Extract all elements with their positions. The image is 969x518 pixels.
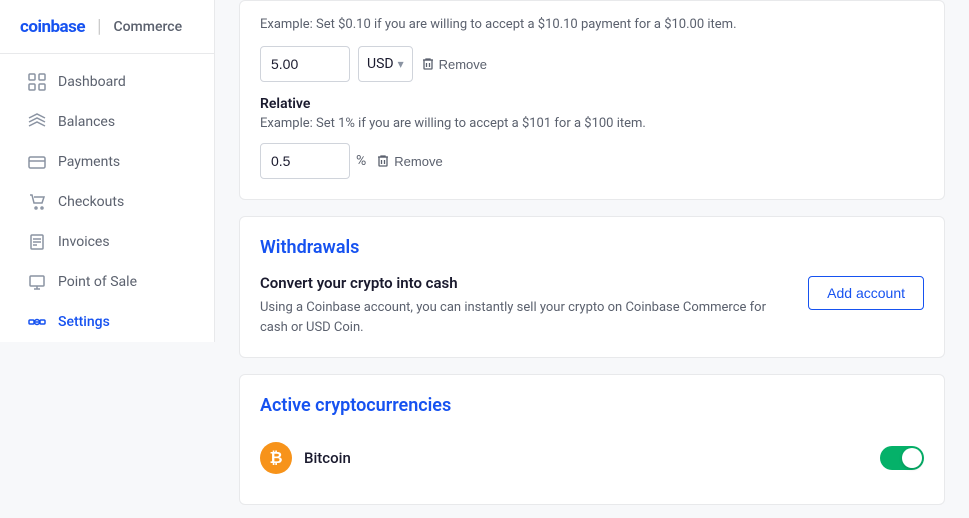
sidebar-item-payments[interactable]: Payments <box>8 143 206 181</box>
grid-icon <box>28 73 46 91</box>
relative-value-input[interactable] <box>260 143 350 179</box>
bitcoin-icon: ₿ <box>260 442 292 474</box>
bitcoin-left: ₿ Bitcoin <box>260 442 351 474</box>
absolute-value-input[interactable] <box>260 46 350 82</box>
sidebar-item-dashboard[interactable]: Dashboard <box>8 63 206 101</box>
relative-input-row: % Remove <box>260 143 924 179</box>
layers-icon <box>28 113 46 131</box>
active-crypto-card: Active cryptocurrencies ₿ Bitcoin <box>239 374 945 505</box>
sidebar-item-label-settings: Settings <box>58 314 110 330</box>
bitcoin-name: Bitcoin <box>304 449 351 467</box>
sidebar-item-label-invoices: Invoices <box>58 234 110 250</box>
main-content: Example: Set $0.10 if you are willing to… <box>215 0 969 518</box>
currency-select[interactable]: USD ▾ <box>358 46 413 82</box>
sidebar-item-point-of-sale[interactable]: Point of Sale <box>8 263 206 301</box>
payments-icon <box>28 153 46 171</box>
trash-icon <box>421 57 435 71</box>
convert-title: Convert your crypto into cash <box>260 274 792 292</box>
convert-desc: Using a Coinbase account, you can instan… <box>260 298 792 337</box>
add-account-button[interactable]: Add account <box>808 276 924 310</box>
withdrawals-inner: Convert your crypto into cash Using a Co… <box>260 274 924 337</box>
sidebar-item-label-dashboard: Dashboard <box>58 74 126 90</box>
invoices-icon <box>28 233 46 251</box>
pos-icon <box>28 273 46 291</box>
logo-divider: | <box>97 16 101 37</box>
remove-relative-button[interactable]: Remove <box>376 154 442 169</box>
bitcoin-symbol: ₿ <box>269 448 282 468</box>
bitcoin-toggle[interactable] <box>880 446 924 470</box>
sidebar-item-checkouts[interactable]: Checkouts <box>8 183 206 221</box>
sidebar-item-invoices[interactable]: Invoices <box>8 223 206 261</box>
relative-example-text: Example: Set 1% if you are willing to ac… <box>260 116 924 131</box>
trash-icon-2 <box>376 154 390 168</box>
bitcoin-item: ₿ Bitcoin <box>260 432 924 484</box>
sidebar-item-balances[interactable]: Balances <box>8 103 206 141</box>
sidebar-item-label-balances: Balances <box>58 114 115 130</box>
remove-absolute-label: Remove <box>439 57 487 72</box>
remove-relative-label: Remove <box>394 154 442 169</box>
withdrawals-section-title: Withdrawals <box>260 237 924 258</box>
checkouts-icon <box>28 193 46 211</box>
remove-absolute-button[interactable]: Remove <box>421 57 487 72</box>
withdrawals-text-block: Convert your crypto into cash Using a Co… <box>260 274 792 337</box>
logo: coinbase | Commerce <box>0 0 214 54</box>
active-crypto-title: Active cryptocurrencies <box>260 395 924 416</box>
logo-commerce: Commerce <box>113 19 182 35</box>
currency-label: USD <box>367 56 394 72</box>
absolute-example-text: Example: Set $0.10 if you are willing to… <box>260 17 924 32</box>
logo-coinbase: coinbase <box>20 17 85 37</box>
tolerance-card: Example: Set $0.10 if you are willing to… <box>239 0 945 200</box>
sidebar-item-label-checkouts: Checkouts <box>58 194 124 210</box>
sidebar-item-label-pos: Point of Sale <box>58 274 137 290</box>
sidebar: coinbase | Commerce Dashboard <box>0 0 215 518</box>
relative-section-title: Relative <box>260 96 924 112</box>
percent-sign: % <box>356 153 366 169</box>
chevron-down-icon: ▾ <box>398 57 404 71</box>
withdrawals-card: Withdrawals Convert your crypto into cas… <box>239 216 945 358</box>
absolute-input-row: USD ▾ Remove <box>260 46 924 82</box>
settings-icon <box>28 313 46 331</box>
sidebar-item-label-payments: Payments <box>58 154 120 170</box>
sidebar-item-settings[interactable]: Settings <box>8 303 206 341</box>
